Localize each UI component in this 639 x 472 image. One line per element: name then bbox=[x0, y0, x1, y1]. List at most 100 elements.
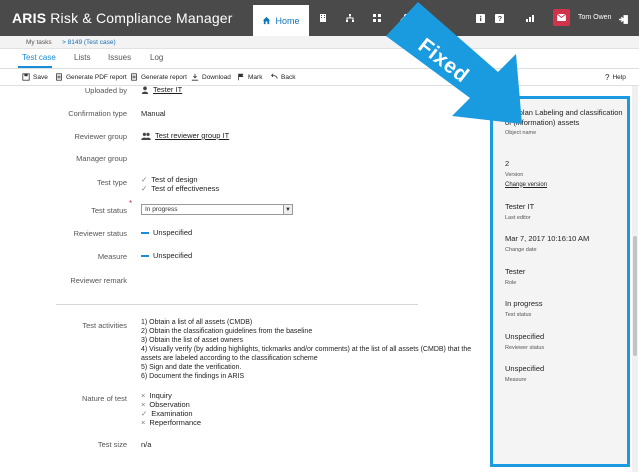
confirmation-type-label: Confirmation type bbox=[68, 109, 127, 118]
download-label: Download bbox=[202, 73, 231, 81]
svg-text:?: ? bbox=[497, 14, 501, 23]
user-name[interactable]: Tom Owen bbox=[578, 14, 611, 21]
version-label: Version bbox=[505, 171, 524, 178]
chevron-down-icon[interactable]: ▼ bbox=[283, 205, 292, 214]
generate-pdf-report-button[interactable]: Generate PDF report bbox=[55, 73, 127, 81]
cross-icon: × bbox=[141, 391, 146, 400]
wrench-icon[interactable] bbox=[398, 12, 410, 24]
info-icon[interactable] bbox=[474, 12, 486, 24]
home-tab[interactable]: Home bbox=[253, 5, 309, 36]
group-icon bbox=[141, 132, 151, 141]
toolbar: Save Generate PDF report Generate report… bbox=[0, 69, 639, 86]
breadcrumb: My tasks > 8149 (Test case) bbox=[0, 36, 639, 49]
uploaded-by-value: Tester IT bbox=[141, 86, 182, 95]
nature-of-test-values: × Inquiry × Observation ✓ Examination × Repe… bbox=[141, 391, 201, 427]
test-type-item: ✓ Test of design bbox=[141, 175, 219, 184]
mark-button[interactable]: Mark bbox=[237, 73, 262, 81]
test-size-value: n/a bbox=[141, 440, 152, 449]
reviewer-status-label: Reviewer status bbox=[73, 229, 127, 238]
object-name-field: Testplan Labeling and classification of … bbox=[505, 108, 629, 136]
nature-observation: Observation bbox=[149, 400, 190, 409]
object-name-label: Object name bbox=[505, 130, 537, 136]
change-date-label: Change date bbox=[505, 246, 537, 253]
change-version-link[interactable]: Change version bbox=[505, 182, 629, 188]
change-date-field: Mar 7, 2017 10:16:10 AM Change date bbox=[505, 234, 629, 253]
test-type-design: Test of design bbox=[151, 175, 198, 184]
save-label: Save bbox=[33, 73, 48, 81]
manager-group-label: Manager group bbox=[76, 154, 127, 163]
panel-measure-label: Measure bbox=[505, 376, 527, 383]
role-field: Tester Role bbox=[505, 267, 629, 286]
help-button[interactable]: ? Help bbox=[605, 73, 626, 82]
back-button[interactable]: Back bbox=[270, 73, 295, 81]
panel-reviewer-status-field: Unspecified Reviewer status bbox=[505, 332, 629, 351]
back-label: Back bbox=[281, 73, 296, 81]
test-status-select[interactable]: In progress ▼ bbox=[141, 204, 293, 215]
status-dash-icon bbox=[141, 232, 149, 235]
app-title: ARIS Risk & Compliance Manager bbox=[12, 10, 233, 26]
logout-icon[interactable] bbox=[618, 12, 630, 24]
save-button[interactable]: Save bbox=[22, 73, 48, 81]
panel-test-status-label: Test status bbox=[505, 311, 532, 318]
reviewer-group-link[interactable]: Test reviewer group IT bbox=[155, 131, 229, 140]
hierarchy-icon[interactable] bbox=[344, 12, 356, 24]
tab-lists[interactable]: Lists bbox=[74, 53, 90, 62]
tab-log[interactable]: Log bbox=[150, 53, 163, 62]
user-icon bbox=[141, 86, 149, 95]
tab-test-case[interactable]: Test case bbox=[22, 53, 56, 62]
activity-line: 1) Obtain a list of all assets (CMDB) bbox=[141, 319, 253, 326]
pdf-icon bbox=[56, 73, 62, 81]
panel-reviewer-status-label: Reviewer status bbox=[505, 344, 545, 351]
activity-line: 2) Obtain the classification guidelines … bbox=[141, 328, 313, 335]
panel-test-status-value: In progress bbox=[505, 299, 543, 308]
object-info-panel: Testplan Labeling and classification of … bbox=[490, 96, 630, 467]
reviewer-status-value: Unspecified bbox=[141, 228, 192, 237]
tab-bar: Test case Lists Issues Log bbox=[0, 49, 639, 69]
report-icon bbox=[131, 73, 137, 81]
scrollbar-thumb[interactable] bbox=[633, 236, 637, 356]
mail-icon[interactable] bbox=[553, 9, 570, 26]
measure-label: Measure bbox=[97, 252, 127, 261]
uploaded-by-link[interactable]: Tester IT bbox=[153, 86, 182, 94]
test-activities-text: 1) Obtain a list of all assets (CMDB) 2)… bbox=[141, 318, 481, 381]
download-button[interactable]: Download bbox=[191, 73, 231, 81]
home-icon bbox=[263, 16, 271, 25]
nature-examination: Examination bbox=[151, 409, 193, 418]
brand-bold: ARIS bbox=[12, 10, 47, 26]
status-dash-icon bbox=[141, 255, 149, 258]
scrollbar[interactable] bbox=[632, 86, 638, 472]
test-status-selected: In progress bbox=[145, 206, 178, 213]
test-type-label: Test type bbox=[96, 178, 127, 187]
help-icon[interactable]: ? bbox=[493, 12, 505, 24]
top-app-bar: ARIS Risk & Compliance Manager Home ? Tom… bbox=[0, 0, 639, 36]
breadcrumb-my-tasks[interactable]: My tasks bbox=[26, 39, 52, 46]
test-type-effectiveness: Test of effectiveness bbox=[151, 184, 220, 193]
last-editor-value: Tester IT bbox=[505, 202, 535, 211]
panel-measure-value: Unspecified bbox=[505, 364, 545, 373]
home-label: Home bbox=[275, 15, 300, 26]
object-name-value: Testplan Labeling and classification of … bbox=[505, 108, 623, 127]
tab-issues[interactable]: Issues bbox=[108, 53, 131, 62]
version-value: 2 bbox=[505, 159, 510, 168]
grid-icon[interactable] bbox=[371, 12, 383, 24]
save-icon bbox=[22, 73, 30, 81]
flag-icon bbox=[238, 73, 244, 81]
cross-icon: × bbox=[141, 400, 146, 409]
panel-test-status-field: In progress Test status bbox=[505, 299, 629, 318]
check-icon: ✓ bbox=[141, 184, 148, 193]
building-icon[interactable] bbox=[317, 12, 329, 24]
chart-icon[interactable] bbox=[524, 12, 536, 24]
reviewer-group-value: Test reviewer group IT bbox=[141, 131, 229, 141]
role-value: Tester bbox=[505, 267, 526, 276]
breadcrumb-test-case[interactable]: > 8149 (Test case) bbox=[62, 39, 116, 46]
download-icon bbox=[191, 73, 199, 81]
nature-of-test-label: Nature of test bbox=[81, 394, 127, 403]
nature-item: × Inquiry bbox=[141, 391, 201, 400]
required-marker: * bbox=[129, 199, 133, 208]
generate-report-button[interactable]: Generate report bbox=[130, 73, 187, 81]
generate-report-label: Generate report bbox=[141, 73, 187, 81]
test-activities-label: Test activities bbox=[82, 321, 127, 330]
role-label: Role bbox=[505, 279, 517, 286]
section-divider bbox=[56, 304, 418, 305]
measure-value: Unspecified bbox=[141, 251, 192, 260]
